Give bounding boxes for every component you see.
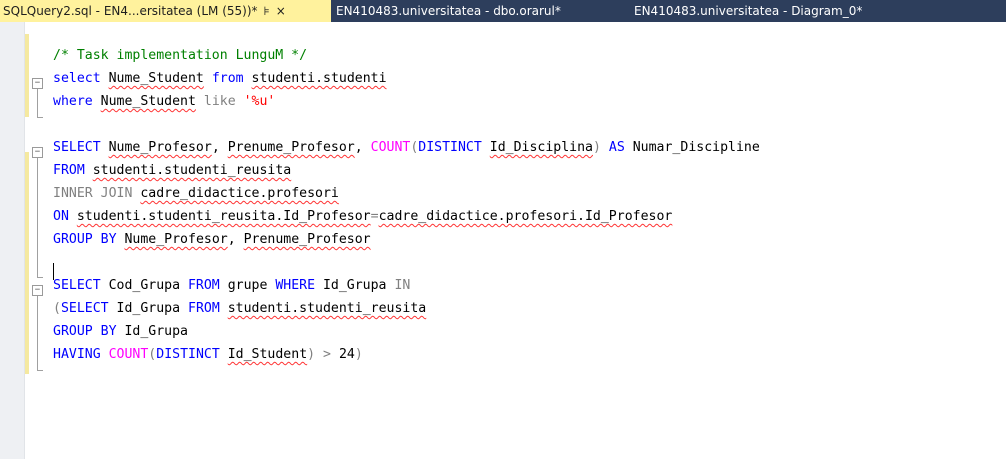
collapse-toggle-icon[interactable]: −: [32, 147, 43, 158]
tab-diagram-0[interactable]: EN410483.universitatea - Diagram_0*: [634, 0, 894, 22]
code-token: Nume_Student: [100, 94, 196, 109]
code-token: Prenume_Profesor: [243, 232, 371, 247]
code-token: FROM: [188, 301, 220, 316]
code-token: /* Task implementation LunguM */: [53, 48, 308, 63]
code-token: studenti.studenti_reusita.Id_Profesor: [76, 209, 371, 224]
code-token: Id_Grupa: [315, 278, 395, 293]
code-token: select: [53, 71, 101, 86]
code-token: ): [307, 347, 316, 362]
code-token: DISTINCT: [418, 140, 482, 155]
tab-label: EN410483.universitatea - Diagram_0*: [634, 4, 863, 18]
query-editor[interactable]: − − − /* Task implementation LunguM */ se…: [0, 22, 1006, 459]
code-token: COUNT: [108, 347, 149, 362]
code-token: Id_Disciplina: [489, 140, 593, 155]
code-token: from: [211, 71, 244, 86]
code-token: Numar_Discipline: [624, 140, 760, 155]
indicator-margin[interactable]: [0, 22, 25, 459]
tab-label: EN410483.universitatea - dbo.orarul*: [336, 4, 561, 18]
text-caret: [53, 263, 54, 280]
code-token: SELECT: [53, 278, 101, 293]
code-line[interactable]: SELECT Cod_Grupa FROM grupe WHERE Id_Gru…: [53, 274, 410, 297]
change-tracking-bar: [25, 22, 29, 459]
code-token: Nume_Profesor: [124, 232, 228, 247]
code-token: cadre_didactice.profesori: [140, 186, 339, 201]
code-token: Nume_Profesor: [108, 140, 212, 155]
code-line[interactable]: SELECT Nume_Profesor, Prenume_Profesor, …: [53, 136, 760, 159]
code-token: Cod_Grupa: [100, 278, 188, 293]
code-token: SELECT: [60, 301, 109, 316]
code-token: (: [53, 301, 61, 316]
code-token: Id_Grupa: [116, 324, 188, 339]
tab-dbo-orarul[interactable]: EN410483.universitatea - dbo.orarul*: [336, 0, 596, 22]
collapse-toggle-icon[interactable]: −: [32, 285, 43, 296]
code-line[interactable]: /* Task implementation LunguM */: [53, 44, 307, 67]
code-token: IN: [394, 278, 411, 293]
code-token: GROUP BY: [53, 324, 117, 339]
code-line[interactable]: GROUP BY Id_Grupa: [53, 320, 188, 343]
code-token: =: [370, 209, 379, 224]
code-token: where: [53, 94, 93, 109]
code-token: ,: [211, 140, 228, 155]
pin-icon[interactable]: ⊧: [264, 0, 270, 22]
code-token: '%u': [243, 94, 276, 109]
collapse-toggle-icon[interactable]: −: [32, 78, 43, 89]
code-token: HAVING: [53, 347, 101, 362]
code-line[interactable]: ON studenti.studenti_reusita.Id_Profesor…: [53, 205, 672, 228]
code-token: Prenume_Profesor: [227, 140, 355, 155]
code-token: Id_Student: [227, 347, 308, 362]
code-line[interactable]: INNER JOIN cadre_didactice.profesori: [53, 182, 339, 205]
code-token: SELECT: [53, 140, 101, 155]
code-line[interactable]: select Nume_Student from studenti.studen…: [53, 67, 387, 90]
document-tab-bar: SQLQuery2.sql - EN4...ersitatea (LM (55)…: [0, 0, 1006, 22]
code-token: >: [323, 347, 331, 362]
code-token: ON: [53, 209, 69, 224]
close-icon[interactable]: ×: [276, 0, 286, 22]
code-token: cadre_didactice.profesori.Id_Profesor: [378, 209, 673, 224]
code-token: INNER JOIN: [53, 186, 133, 201]
code-line[interactable]: (SELECT Id_Grupa FROM studenti.studenti_…: [53, 297, 426, 320]
code-token: GROUP BY: [53, 232, 117, 247]
code-token: Nume_Student: [108, 71, 204, 86]
code-line[interactable]: where Nume_Student like '%u': [53, 90, 275, 113]
code-line[interactable]: FROM studenti.studenti_reusita: [53, 159, 291, 182]
code-token: studenti.studenti_reusita: [92, 163, 292, 178]
code-token: AS: [608, 140, 625, 155]
code-token: ,: [227, 232, 244, 247]
code-line[interactable]: GROUP BY Nume_Profesor, Prenume_Profesor: [53, 228, 371, 251]
code-token: grupe: [219, 278, 276, 293]
code-token: DISTINCT: [156, 347, 220, 362]
code-token: FROM: [187, 278, 220, 293]
outlining-gutter: − − −: [30, 22, 52, 459]
tab-sqlquery2[interactable]: SQLQuery2.sql - EN4...ersitatea (LM (55)…: [0, 0, 331, 22]
code-token: WHERE: [275, 278, 316, 293]
code-token: ): [593, 140, 601, 155]
code-token: ,: [354, 140, 371, 155]
code-token: FROM: [53, 163, 85, 178]
code-token: 24: [331, 347, 355, 362]
code-token: like: [203, 94, 236, 109]
tab-label: SQLQuery2.sql - EN4...ersitatea (LM (55)…: [3, 4, 258, 18]
code-token: studenti.studenti: [251, 71, 387, 86]
code-line[interactable]: HAVING COUNT(DISTINCT Id_Student) > 24): [53, 343, 363, 366]
code-token: Id_Grupa: [108, 301, 188, 316]
code-token: ): [354, 347, 363, 362]
code-token: studenti.studenti_reusita: [227, 301, 427, 316]
code-token: COUNT: [370, 140, 411, 155]
